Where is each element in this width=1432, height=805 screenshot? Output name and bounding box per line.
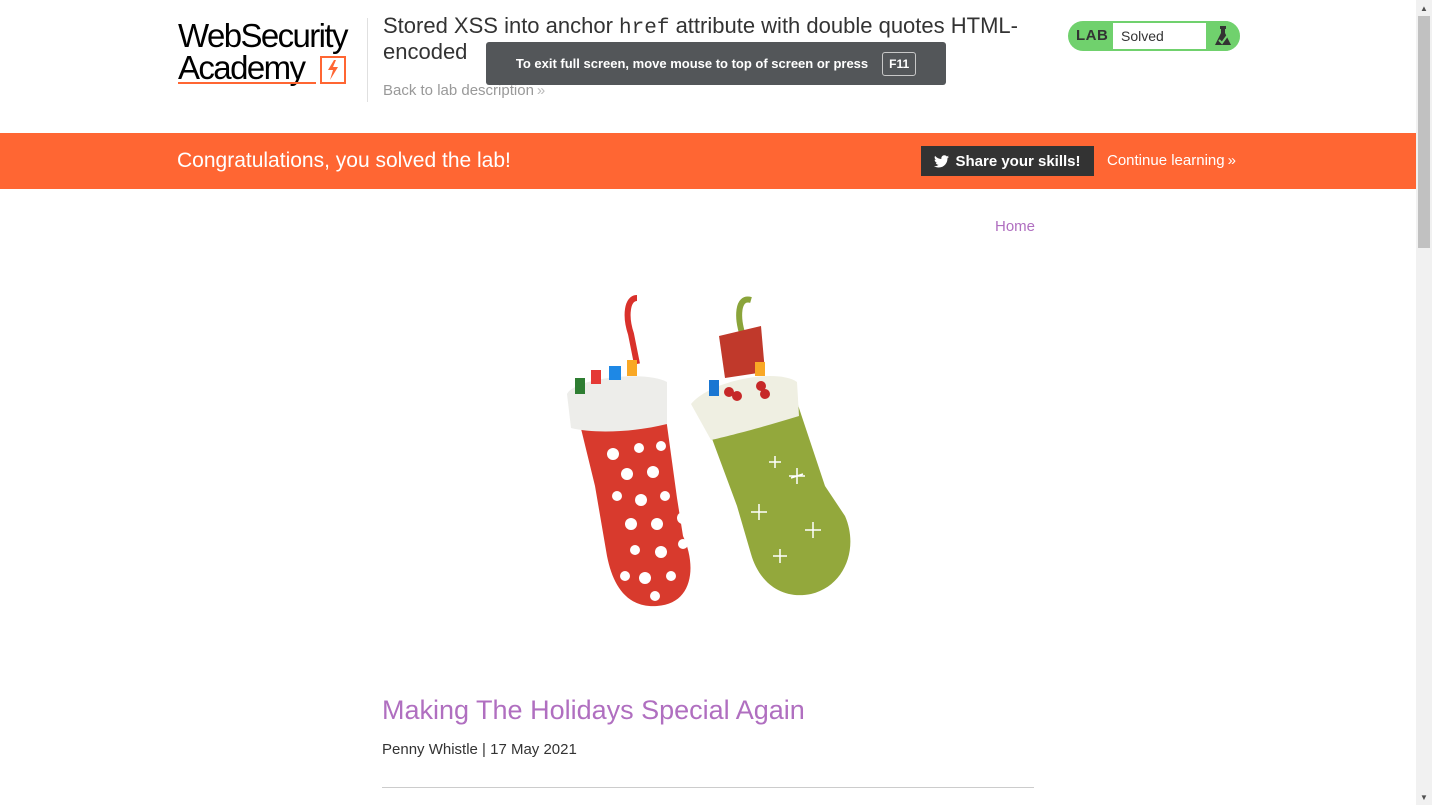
green-stocking-icon <box>691 296 851 596</box>
web-security-academy-logo[interactable]: WebSecurity Academy <box>178 18 366 88</box>
flask-icon <box>1215 26 1231 45</box>
post-divider <box>382 787 1034 788</box>
post-title: Making The Holidays Special Again <box>382 695 805 725</box>
logo-line2: Academy <box>178 49 306 86</box>
logo-underline <box>178 82 316 84</box>
twitter-icon <box>934 154 950 167</box>
home-link[interactable]: Home <box>995 218 1035 235</box>
fullscreen-toast: To exit full screen, move mouse to top o… <box>486 42 946 85</box>
scrollbar-thumb[interactable] <box>1418 16 1430 248</box>
share-skills-button[interactable]: Share your skills! <box>921 146 1094 176</box>
logo-lightning-icon <box>320 56 346 84</box>
solved-banner: Congratulations, you solved the lab! Sha… <box>0 133 1416 189</box>
red-stocking-icon <box>567 295 691 607</box>
logo-line1: WebSecurity <box>178 17 348 54</box>
fullscreen-toast-message: To exit full screen, move mouse to top o… <box>515 56 869 71</box>
lab-title-code: href <box>619 17 670 40</box>
lab-title-text-1: Stored XSS into anchor <box>383 13 620 38</box>
scroll-down-icon[interactable]: ▼ <box>1416 789 1432 805</box>
chevron-right-icon: » <box>1227 152 1236 169</box>
continue-learning-link[interactable]: Continue learning» <box>1107 152 1236 169</box>
header-divider <box>367 18 368 102</box>
post-image-stockings <box>567 295 851 607</box>
lab-badge-label: LAB <box>1076 27 1109 44</box>
flask-icon-wrap <box>1206 21 1240 51</box>
post-meta: Penny Whistle | 17 May 2021 <box>382 741 577 758</box>
fullscreen-key: F11 <box>882 51 917 76</box>
share-button-label: Share your skills! <box>955 152 1081 170</box>
scroll-up-icon[interactable]: ▲ <box>1416 0 1432 16</box>
lab-status-text: Solved <box>1121 28 1164 44</box>
lab-status-badge: LAB Solved <box>1068 21 1240 51</box>
banner-message: Congratulations, you solved the lab! <box>177 149 511 172</box>
continue-link-label: Continue learning <box>1107 152 1225 169</box>
